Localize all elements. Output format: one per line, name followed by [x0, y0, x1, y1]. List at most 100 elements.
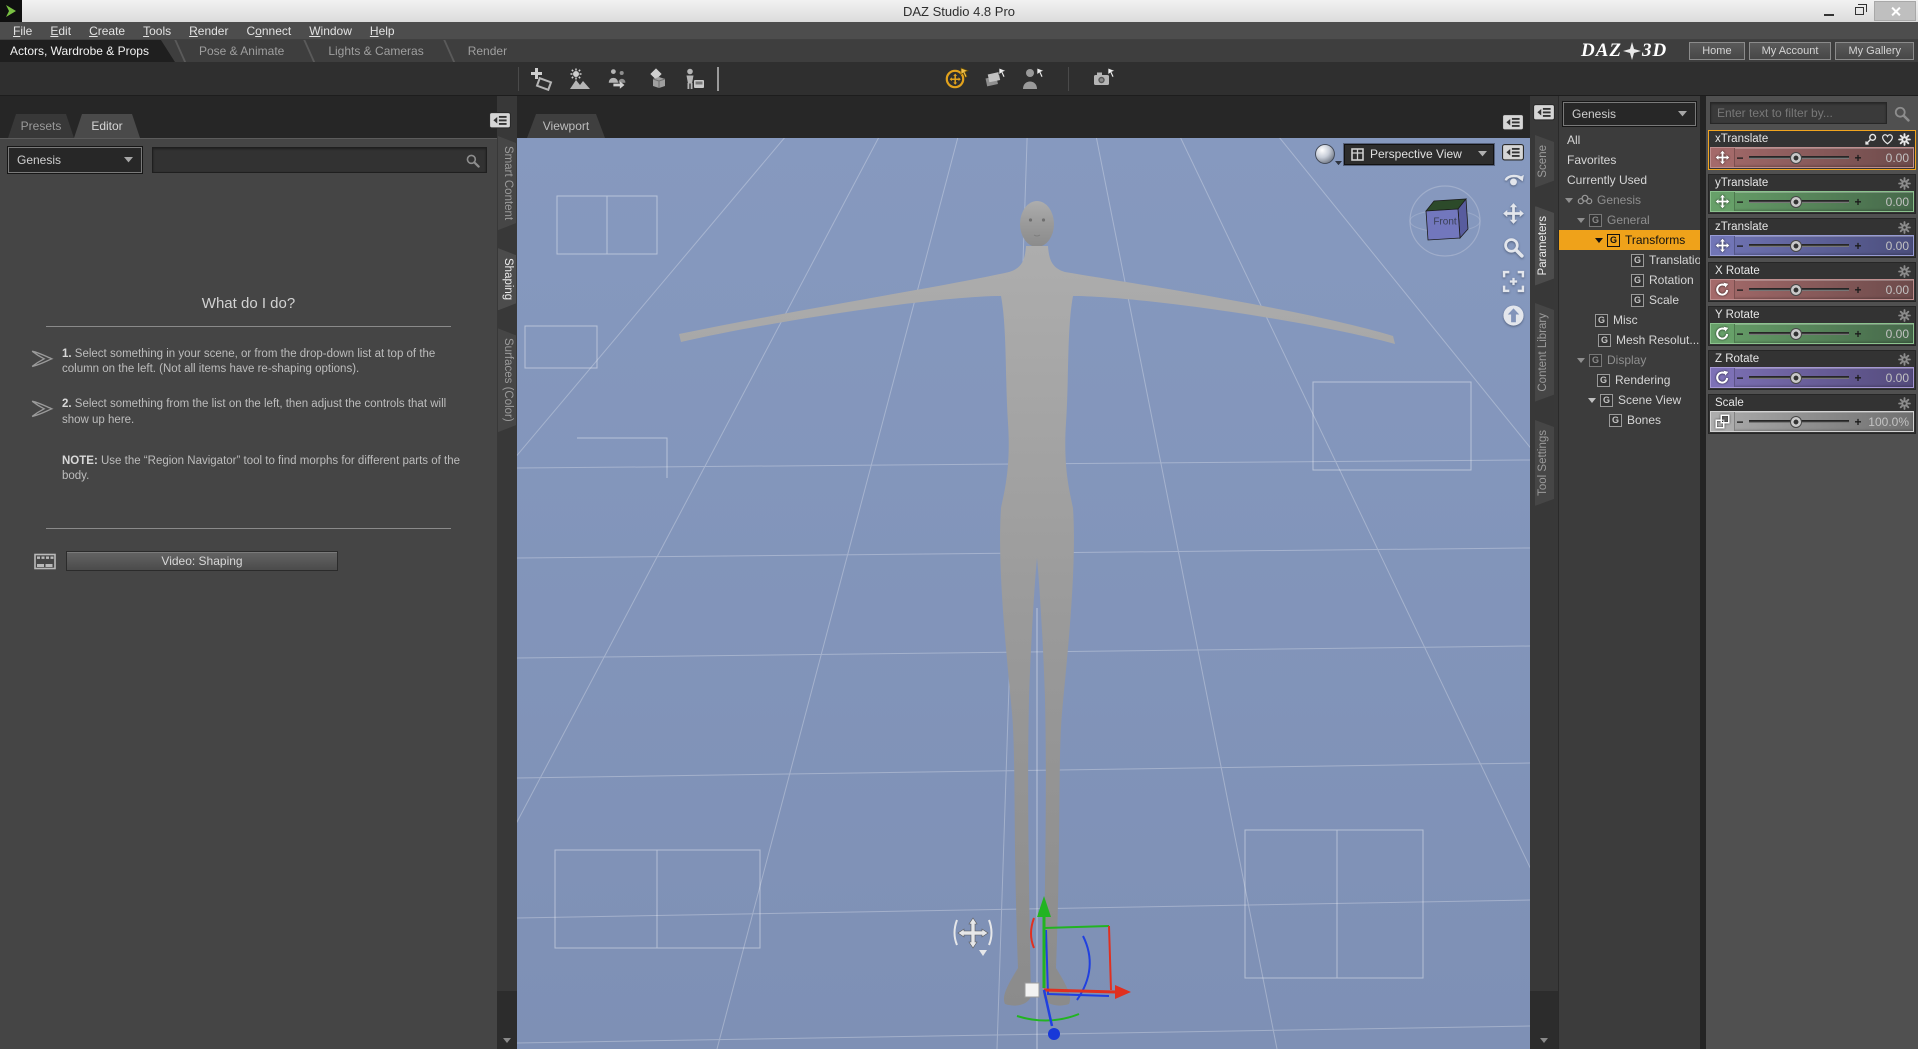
slider-thumb[interactable]: [1790, 195, 1802, 208]
tree-item-misc[interactable]: G Misc: [1559, 310, 1700, 330]
slider-track[interactable]: [1749, 239, 1849, 252]
parameter-value[interactable]: 0.00: [1863, 239, 1909, 253]
zoom-tool-button[interactable]: [1502, 236, 1525, 259]
tree-item-translation[interactable]: G Translation: [1559, 250, 1700, 270]
slider-thumb[interactable]: [1790, 283, 1802, 296]
activity-tab-actors-wardrobe-props[interactable]: Actors, Wardrobe & Props: [0, 40, 175, 62]
new-content-button[interactable]: [529, 66, 555, 92]
video-shaping-button[interactable]: Video: Shaping: [66, 551, 338, 572]
menu-create[interactable]: Create: [80, 22, 134, 40]
dock-tab-content-library[interactable]: Content Library: [1535, 303, 1554, 402]
slider-track[interactable]: [1749, 195, 1849, 208]
figure-select-dropdown[interactable]: Genesis: [7, 146, 143, 174]
scene-canvas[interactable]: [517, 138, 1530, 1049]
tree-item-currently-used[interactable]: Currently Used: [1559, 170, 1700, 190]
parameter-filter-box[interactable]: [1710, 102, 1887, 124]
increment-button[interactable]: +: [1853, 239, 1863, 253]
surface-selection-tool-button[interactable]: [982, 66, 1008, 92]
slider-track[interactable]: [1749, 327, 1849, 340]
activity-tab-lights-cameras[interactable]: Lights & Cameras: [318, 40, 443, 62]
expand-arrow-icon[interactable]: [1565, 197, 1573, 203]
increment-button[interactable]: +: [1853, 327, 1863, 341]
shaping-search-input[interactable]: [159, 153, 465, 167]
slider-thumb[interactable]: [1790, 151, 1802, 164]
decrement-button[interactable]: −: [1735, 327, 1745, 341]
decrement-button[interactable]: −: [1735, 195, 1745, 209]
parameter-filter-input[interactable]: [1717, 106, 1880, 120]
menu-edit[interactable]: Edit: [41, 22, 80, 40]
aim-tool-button[interactable]: [1502, 304, 1525, 327]
tree-item-scale[interactable]: G Scale: [1559, 290, 1700, 310]
increment-button[interactable]: +: [1853, 195, 1863, 209]
increment-button[interactable]: +: [1853, 371, 1863, 385]
tree-item-display[interactable]: G Display: [1559, 350, 1700, 370]
activity-tab-pose-animate[interactable]: Pose & Animate: [189, 40, 304, 62]
decrement-button[interactable]: −: [1735, 239, 1745, 253]
tree-item-rotation[interactable]: G Rotation: [1559, 270, 1700, 290]
parameters-figure-dropdown[interactable]: Genesis: [1562, 101, 1697, 127]
decrement-button[interactable]: −: [1735, 151, 1745, 165]
menu-file[interactable]: File: [4, 22, 41, 40]
tree-item-rendering[interactable]: G Rendering: [1559, 370, 1700, 390]
viewport-tab[interactable]: Viewport: [527, 114, 605, 138]
gear-icon[interactable]: [1898, 308, 1911, 322]
tree-item-favorites[interactable]: Favorites: [1559, 150, 1700, 170]
dock-tab-surfaces-color-[interactable]: Surfaces (Color): [498, 328, 516, 432]
slider-thumb[interactable]: [1790, 239, 1802, 252]
orbit-tool-button[interactable]: [1502, 168, 1525, 191]
menu-connect[interactable]: Connect: [237, 22, 300, 40]
home-button[interactable]: Home: [1689, 42, 1745, 60]
parameter-value[interactable]: 100.0%: [1863, 415, 1909, 429]
viewport-options-button[interactable]: [1502, 114, 1524, 131]
node-selection-tool-button[interactable]: [1020, 66, 1046, 92]
gear-icon[interactable]: [1898, 176, 1911, 190]
gear-icon[interactable]: [1898, 396, 1911, 410]
close-button[interactable]: [1874, 1, 1916, 21]
parameter-value[interactable]: 0.00: [1863, 151, 1909, 165]
restore-button[interactable]: [1844, 1, 1874, 21]
tree-item-genesis[interactable]: Genesis: [1559, 190, 1700, 210]
tree-item-general[interactable]: G General: [1559, 210, 1700, 230]
parameter-value[interactable]: 0.00: [1863, 327, 1909, 341]
tree-item-scene-view[interactable]: G Scene View: [1559, 390, 1700, 410]
pan-tool-button[interactable]: [1502, 202, 1525, 225]
dock-tab-smart-content[interactable]: Smart Content: [498, 136, 516, 230]
my-account-button[interactable]: My Account: [1748, 42, 1832, 60]
viewport-3d-view[interactable]: Perspective View Front: [517, 138, 1530, 1049]
slider-track[interactable]: [1749, 151, 1849, 164]
tab-presets[interactable]: Presets: [8, 114, 74, 138]
tree-item-transforms[interactable]: G Transforms: [1559, 230, 1700, 250]
gear-icon[interactable]: [1898, 264, 1911, 278]
universal-tool-button[interactable]: [944, 66, 970, 92]
tab-editor[interactable]: Editor: [74, 114, 140, 138]
dock-tab-parameters[interactable]: Parameters: [1535, 206, 1554, 285]
render-button[interactable]: [567, 66, 593, 92]
slider-thumb[interactable]: [1790, 415, 1802, 428]
parameter-value[interactable]: 0.00: [1863, 195, 1909, 209]
parameter-value[interactable]: 0.00: [1863, 371, 1909, 385]
menu-render[interactable]: Render: [180, 22, 237, 40]
slider-track[interactable]: [1749, 415, 1849, 428]
menu-window[interactable]: Window: [300, 22, 361, 40]
dock-tab-scene[interactable]: Scene: [1535, 135, 1554, 188]
viewport-menu-button[interactable]: [1502, 144, 1524, 161]
tree-item-bones[interactable]: G Bones: [1559, 410, 1700, 430]
activity-tab-render[interactable]: Render: [458, 40, 527, 62]
shaping-search-box[interactable]: [152, 147, 487, 173]
view-cube[interactable]: Front: [1408, 184, 1482, 258]
expand-arrow-icon[interactable]: [1588, 397, 1596, 403]
slider-thumb[interactable]: [1790, 371, 1802, 384]
tree-item-all[interactable]: All: [1559, 130, 1700, 150]
gear-icon[interactable]: [1898, 352, 1911, 366]
minimize-button[interactable]: [1814, 1, 1844, 21]
gear-icon[interactable]: [1898, 132, 1911, 146]
expand-arrow-icon[interactable]: [1577, 217, 1585, 223]
decrement-button[interactable]: −: [1735, 415, 1745, 429]
slider-track[interactable]: [1749, 371, 1849, 384]
link-icon[interactable]: [1864, 133, 1877, 146]
gear-icon[interactable]: [1898, 220, 1911, 234]
camera-tool-button[interactable]: [1091, 66, 1117, 92]
parameter-value[interactable]: 0.00: [1863, 283, 1909, 297]
slider-track[interactable]: [1749, 283, 1849, 296]
menu-help[interactable]: Help: [361, 22, 404, 40]
